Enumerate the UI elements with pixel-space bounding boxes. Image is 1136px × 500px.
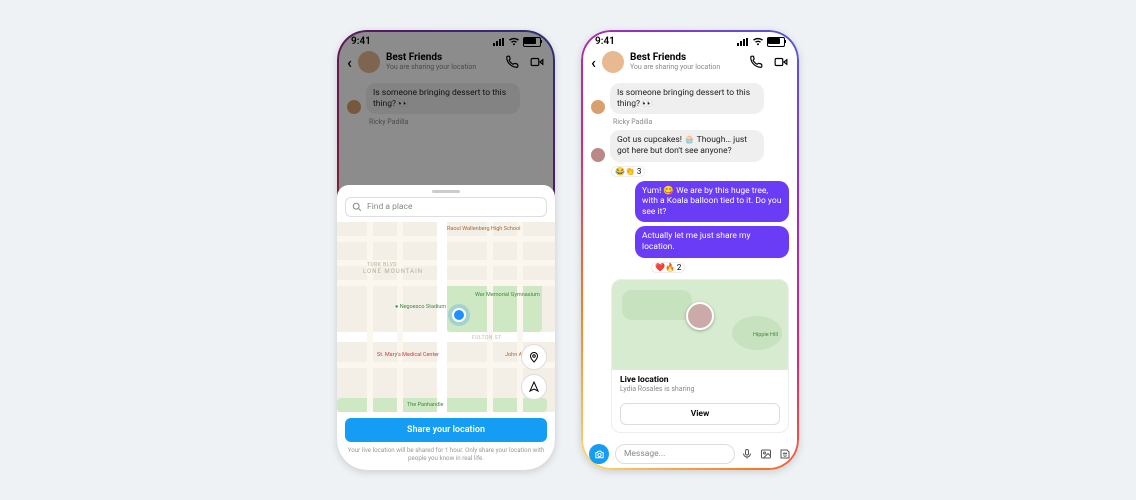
reaction-badge[interactable]: 😂👏 3: [611, 166, 645, 177]
reaction-badge[interactable]: ❤️🔥 2: [651, 262, 685, 273]
search-icon: [352, 202, 362, 212]
map-street-label: TURK BLVD: [367, 262, 397, 268]
call-icon[interactable]: [749, 55, 763, 69]
shared-user-pin: [686, 302, 714, 330]
map-poi: War Memorial Gymnasium: [475, 292, 540, 298]
live-location-card[interactable]: Hippie Hill Live location Lydia Rosales …: [611, 279, 789, 433]
card-subtitle: Lydia Rosales is sharing: [620, 385, 780, 393]
chat-avatar[interactable]: [602, 51, 624, 73]
view-button[interactable]: View: [620, 403, 780, 425]
avatar[interactable]: [591, 148, 605, 162]
map-road: [367, 222, 373, 412]
chat-title[interactable]: Best Friends: [630, 53, 720, 63]
map-poi: Raoul Wallenberg High School: [447, 226, 520, 232]
map-road: [437, 222, 447, 412]
chat-subtitle: You are sharing your location: [630, 63, 720, 71]
map-thumbnail: Hippie Hill: [612, 280, 788, 370]
search-input[interactable]: Find a place: [345, 197, 547, 217]
sticker-icon[interactable]: [779, 448, 791, 460]
map-poi: Hippie Hill: [753, 332, 778, 338]
wifi-icon: [752, 37, 764, 46]
card-title: Live location: [620, 375, 780, 385]
search-placeholder: Find a place: [367, 202, 413, 212]
map-poi: St. Mary's Medical Center: [377, 352, 439, 358]
current-location-dot: [452, 308, 466, 322]
sender-name: Ricky Padilla: [613, 118, 789, 126]
map-poi: ● Negoesco Stadium: [395, 304, 446, 310]
disclaimer-text: Your live location will be shared for 1 …: [337, 446, 555, 470]
phone-chat-view: 9:41 ‹ Best Friends You are sharing your…: [581, 30, 799, 470]
status-bar: 9:41: [581, 30, 799, 49]
message-bubble-sent[interactable]: Actually let me just share my location.: [635, 226, 789, 257]
share-location-button[interactable]: Share your location: [345, 418, 547, 442]
map-road: [397, 222, 403, 412]
map-poi: The Panhandle: [407, 402, 443, 408]
map-view[interactable]: LONE MOUNTAIN TURK BLVD FULTON ST Raoul …: [337, 222, 555, 412]
signal-icon: [737, 38, 749, 46]
message-bubble[interactable]: Got us cupcakes! 🧁 Though… just got here…: [610, 130, 764, 161]
mic-icon[interactable]: [741, 448, 753, 460]
phone-location-sheet: 9:41 ‹ Best Friends You are sharing your…: [337, 30, 555, 470]
chat-header: ‹ Best Friends You are sharing your loca…: [581, 49, 799, 79]
drop-pin-button[interactable]: [521, 344, 547, 370]
battery-icon: [767, 37, 785, 47]
map-street-label: FULTON ST: [472, 335, 502, 341]
status-time: 9:41: [595, 36, 615, 47]
video-icon[interactable]: [773, 55, 789, 69]
avatar[interactable]: [591, 100, 605, 114]
map-road: [487, 222, 493, 412]
sheet-grabber[interactable]: [432, 190, 460, 193]
photo-icon[interactable]: [760, 448, 772, 460]
message-bubble[interactable]: Is someone bringing dessert to this thin…: [610, 83, 764, 114]
back-icon[interactable]: ‹: [591, 53, 596, 72]
map-park: [447, 280, 542, 332]
message-bubble-sent[interactable]: Yum! 😋 We are by this huge tree, with a …: [635, 181, 789, 223]
camera-button[interactable]: [589, 444, 609, 464]
message-input[interactable]: Message...: [615, 444, 735, 464]
recenter-button[interactable]: [521, 374, 547, 400]
map-area-label: LONE MOUNTAIN: [363, 268, 423, 275]
map-park: [622, 290, 692, 320]
location-sheet: Find a place LONE MOUNTAIN TURK BLV: [337, 185, 555, 470]
message-composer: Message...: [581, 444, 799, 464]
